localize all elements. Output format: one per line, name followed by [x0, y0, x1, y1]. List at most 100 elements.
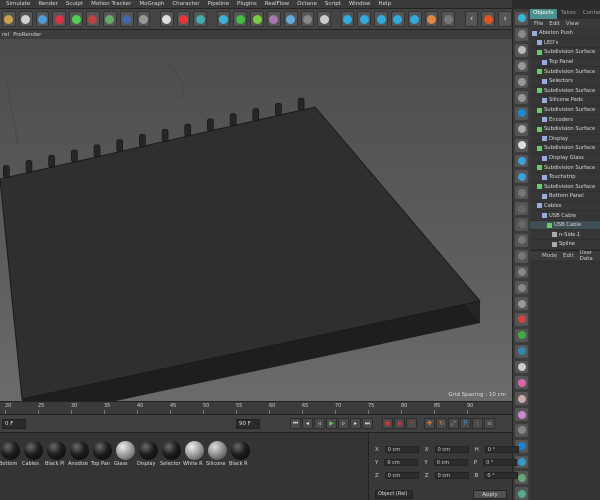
tree-item[interactable]: Subdivision Surface [530, 48, 600, 58]
y-axis-icon[interactable] [102, 11, 117, 27]
z-axis-icon[interactable] [119, 11, 134, 27]
material-swatch[interactable]: Display [137, 441, 158, 467]
light-icon[interactable] [317, 11, 332, 27]
material-swatch[interactable]: Selector [160, 441, 181, 467]
scale-key-icon[interactable]: ⤢ [448, 418, 459, 429]
effector-icon[interactable] [357, 11, 372, 27]
current-frame-field[interactable]: 0 F [2, 418, 26, 429]
attributes-menu-edit[interactable]: Edit [563, 253, 574, 259]
go-to-start-icon[interactable]: ⏮ [290, 418, 301, 429]
point-level-icon[interactable]: ⁞ [472, 418, 483, 429]
tree-item[interactable]: Ableton Push [530, 29, 600, 39]
world-coordinates-icon[interactable] [136, 11, 151, 27]
material-swatch[interactable]: Silicone [206, 441, 227, 467]
tree-item[interactable]: Encoders [530, 115, 600, 125]
chevron-right-icon[interactable]: › [498, 11, 513, 27]
menu-item-octane[interactable]: Octane [297, 1, 317, 7]
menu-item-simulate[interactable]: Simulate [6, 1, 30, 7]
tree-item[interactable]: Subdivision Surface [530, 67, 600, 77]
texture-sphere-icon[interactable] [515, 297, 528, 311]
paint-icon[interactable] [515, 281, 528, 295]
rotate-icon[interactable] [69, 11, 84, 27]
menu-item-mograph[interactable]: MoGraph [139, 1, 164, 7]
end-frame-field[interactable]: 90 F [236, 418, 260, 429]
coordinate-value-field[interactable]: 0 ° [484, 472, 519, 479]
menu-item-help[interactable]: Help [379, 1, 392, 7]
solo-icon[interactable] [515, 138, 528, 152]
snap-icon[interactable] [515, 122, 528, 136]
blue-brush-icon[interactable] [515, 344, 528, 358]
render-region-icon[interactable] [515, 423, 528, 437]
tree-item[interactable]: Subdivision Surface [530, 144, 600, 154]
menu-item-character[interactable]: Character [172, 1, 199, 7]
coordinate-value-field[interactable]: 0 cm [433, 459, 468, 466]
tree-item[interactable]: Cables [530, 202, 600, 212]
move-icon[interactable] [35, 11, 50, 27]
go-to-end-icon[interactable]: ⏭ [362, 418, 373, 429]
material-swatch[interactable]: Bottom [0, 441, 20, 467]
material-swatch[interactable]: Cables [22, 441, 43, 467]
tree-item[interactable]: Subdivision Surface [530, 125, 600, 135]
chevron-left-icon[interactable]: ‹ [464, 11, 479, 27]
menu-item-realflow[interactable]: RealFlow [265, 1, 289, 7]
tab-takes[interactable]: Takes [558, 9, 579, 19]
x-axis-icon[interactable] [86, 11, 100, 27]
sculpt-icon[interactable] [515, 154, 528, 168]
texture-mode-icon[interactable] [515, 27, 528, 41]
camera-icon[interactable] [300, 11, 315, 27]
voronoi-icon[interactable] [407, 11, 422, 27]
attributes-menu-mode[interactable]: Mode [542, 253, 557, 259]
autokey-icon[interactable]: ◉ [394, 418, 405, 429]
tree-item[interactable]: USB Cable [530, 220, 600, 231]
tree-item[interactable]: Subdivision Surface [530, 163, 600, 173]
tree-item[interactable]: Selectors [530, 77, 600, 87]
edges-mode-icon[interactable] [515, 75, 528, 89]
deformer-icon[interactable] [266, 11, 281, 27]
tree-item[interactable]: Subdivision Surface [530, 87, 600, 97]
tree-item[interactable]: Subdivision Surface [530, 106, 600, 116]
undo-icon[interactable] [2, 11, 16, 27]
objects-menu-view[interactable]: View [566, 21, 579, 27]
tree-item[interactable]: Display Glass [530, 154, 600, 164]
menu-item-window[interactable]: Window [349, 1, 371, 7]
menu-item-render[interactable]: Render [38, 1, 58, 7]
bar-icon[interactable] [515, 249, 528, 263]
render-view-icon[interactable] [159, 11, 174, 27]
material-swatch[interactable]: White R [183, 441, 204, 467]
material-swatch[interactable]: Glass [114, 441, 135, 467]
material-swatch[interactable]: Black R [229, 441, 250, 467]
previous-key-icon[interactable]: ◂ [302, 418, 313, 429]
fracture-icon[interactable] [374, 11, 388, 27]
move-key-icon[interactable]: ✥ [424, 418, 435, 429]
keyframe-selection-icon[interactable]: ? [406, 418, 417, 429]
menu-item-plugins[interactable]: Plugins [237, 1, 257, 7]
objects-menu-file[interactable]: File [534, 21, 543, 27]
next-key-icon[interactable]: ▸ [350, 418, 361, 429]
menu-item-motion-tracker[interactable]: Motion Tracker [91, 1, 131, 7]
cube-icon[interactable] [216, 11, 231, 27]
model-mode-icon[interactable] [515, 12, 528, 25]
render-settings-icon[interactable] [193, 11, 208, 27]
menu-item-pipeline[interactable]: Pipeline [207, 1, 229, 7]
next-frame-icon[interactable]: ▹ [338, 418, 349, 429]
nurbs-icon[interactable] [250, 11, 264, 27]
tree-item[interactable]: USB Cable [530, 211, 600, 221]
menu-item-sculpt[interactable]: Sculpt [66, 1, 83, 7]
tracer-icon[interactable] [424, 11, 439, 27]
timeline-menu-icon[interactable]: ≡ [484, 418, 495, 429]
magnet-icon[interactable] [515, 360, 528, 374]
coordinate-value-field[interactable]: 0 cm [384, 446, 419, 453]
sphere-3-icon[interactable] [515, 217, 528, 231]
tab-objects[interactable]: Objects [530, 9, 557, 19]
coordinate-value-field[interactable]: 0 ° [484, 446, 519, 453]
cloner-icon[interactable] [340, 11, 355, 27]
viewport[interactable]: Grid Spacing : 10 cm [0, 39, 512, 401]
sphere-icon[interactable] [515, 186, 528, 200]
octane-icon[interactable] [481, 11, 496, 27]
tree-item[interactable]: Spline [530, 240, 600, 250]
color-sphere-icon[interactable] [515, 408, 528, 421]
green-brush-icon[interactable] [515, 328, 528, 342]
material-swatch[interactable]: Anodize [68, 441, 89, 467]
rotate-key-icon[interactable]: ↻ [436, 418, 447, 429]
timeline-ruler[interactable]: 20 25 30 35 40 45 50 55 60 65 70 75 80 85 90 [0, 401, 512, 414]
